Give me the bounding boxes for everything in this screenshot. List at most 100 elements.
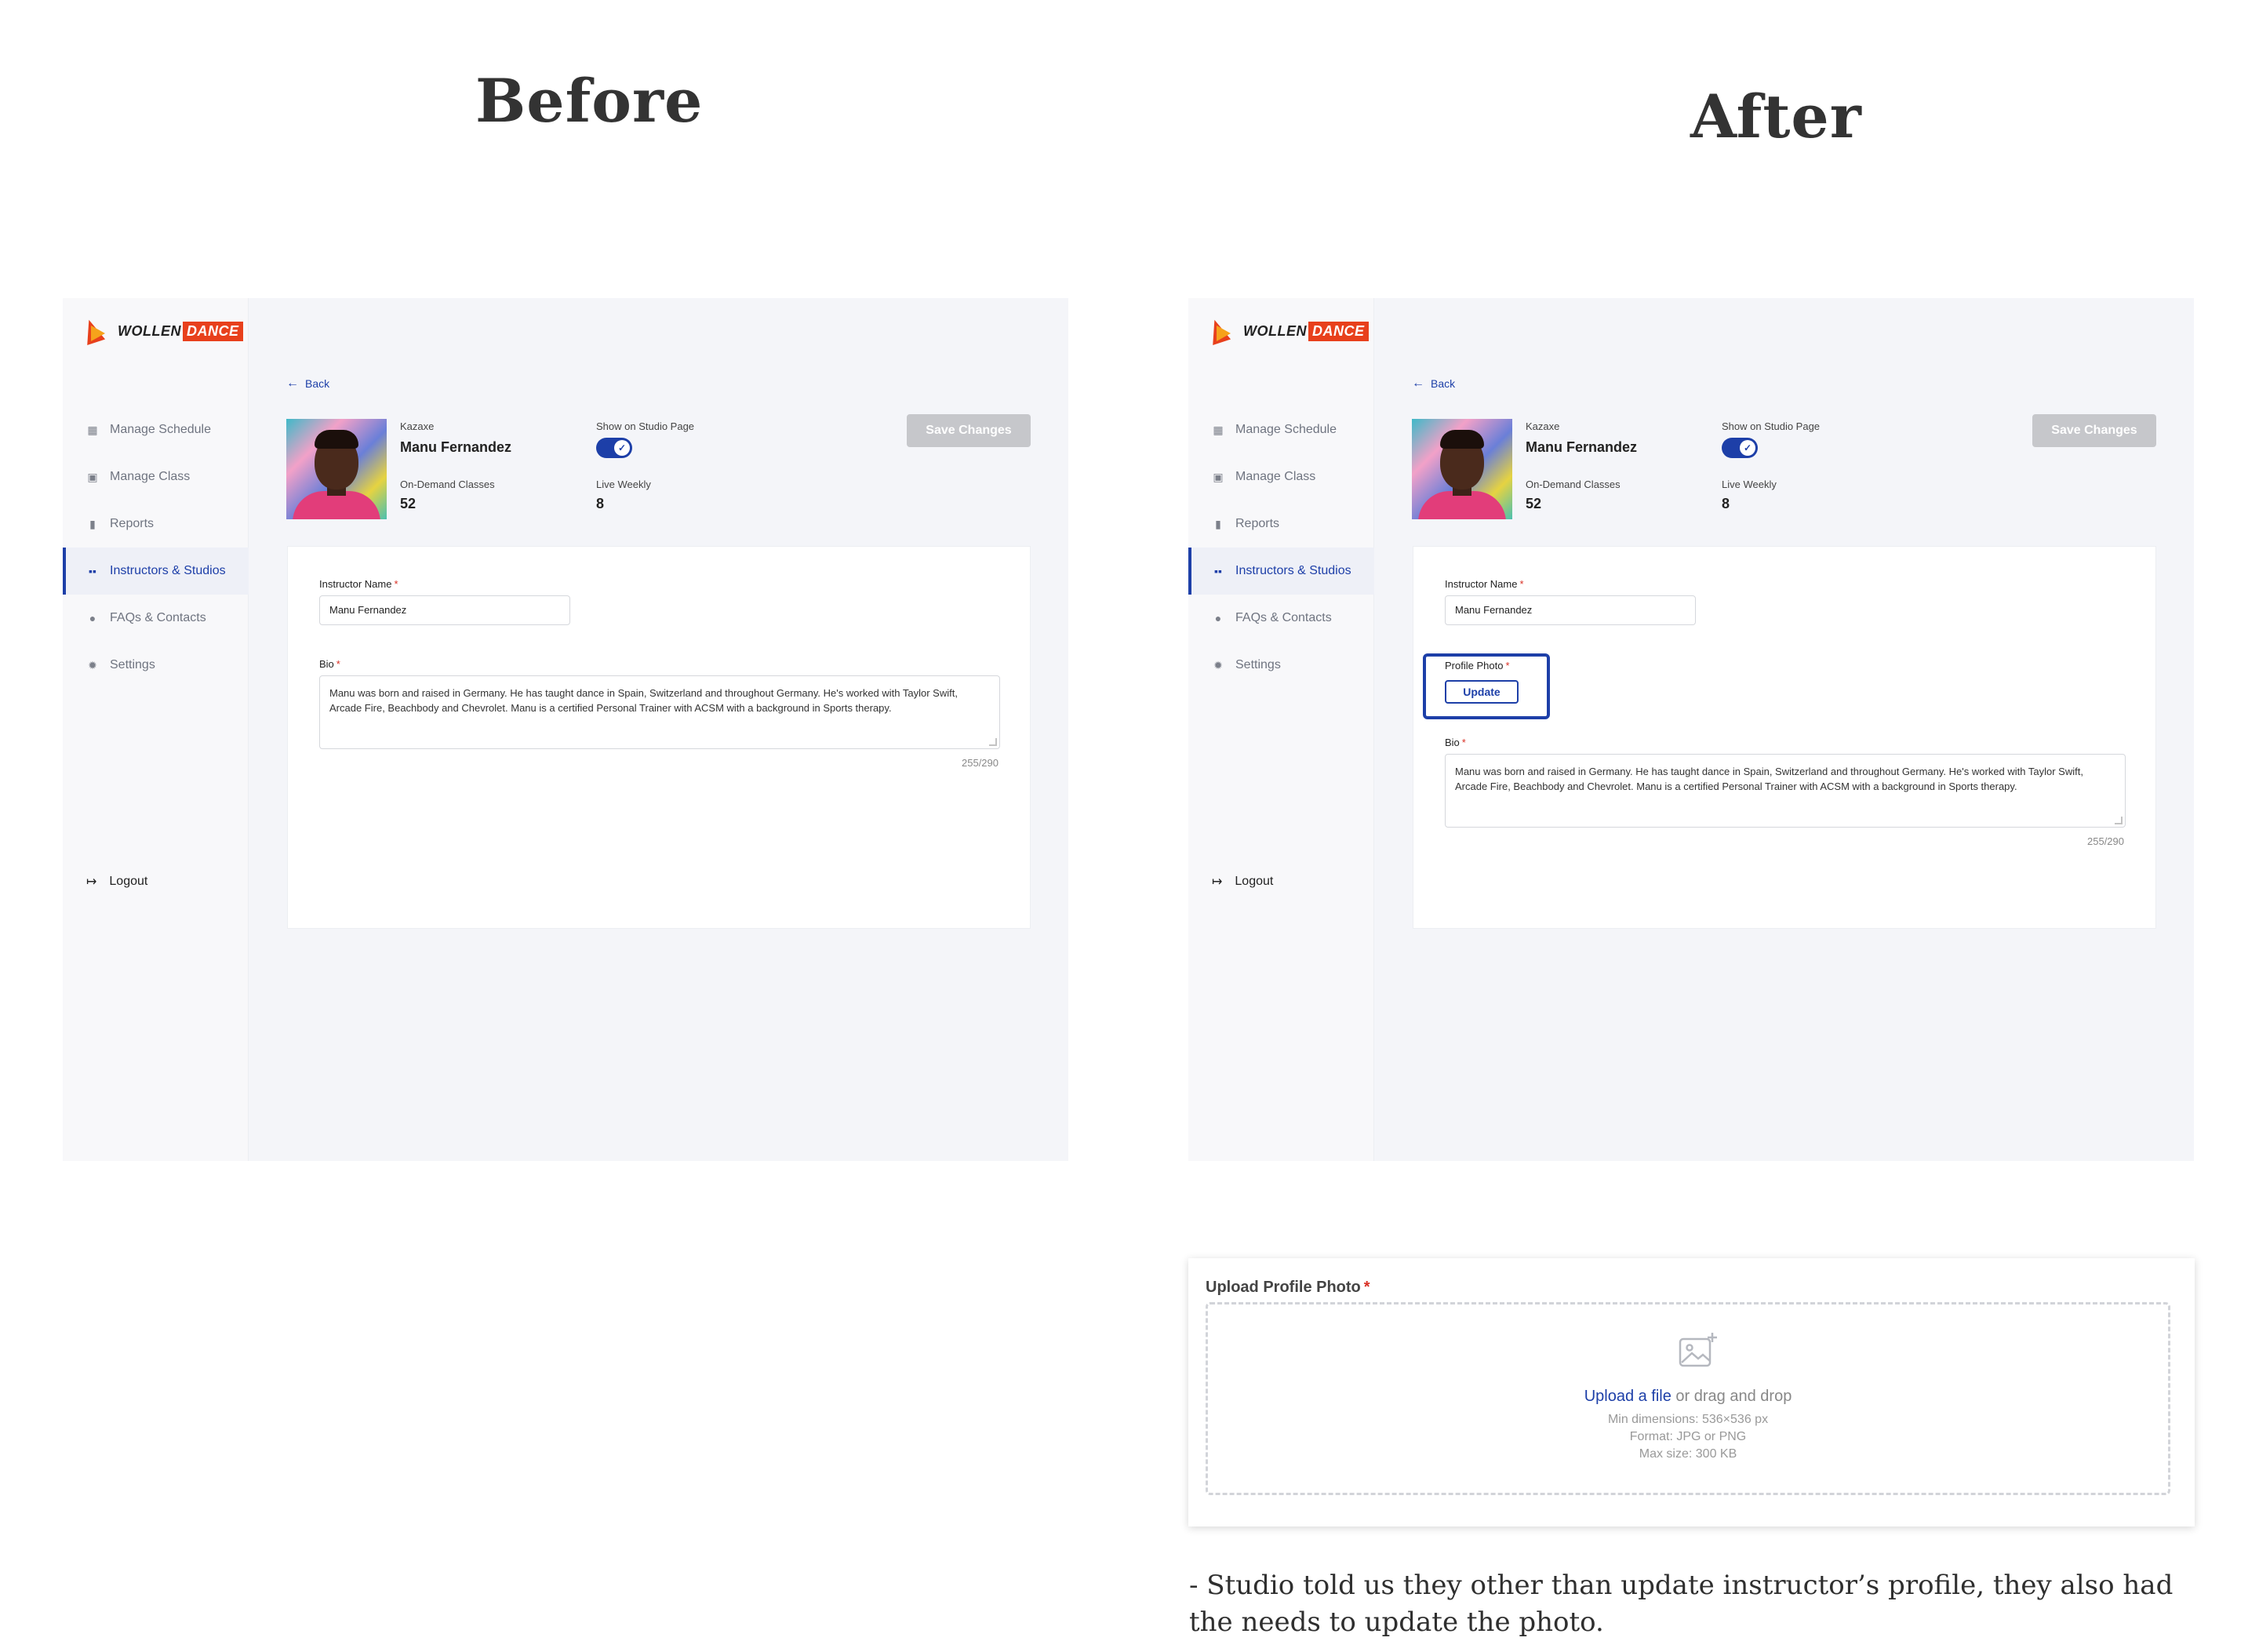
live-weekly-label: Live Weekly — [1722, 478, 1777, 490]
sidebar-item-reports[interactable]: ▮ Reports — [1188, 500, 1374, 548]
show-on-studio-label: Show on Studio Page — [596, 420, 695, 432]
instructor-name-input[interactable]: Manu Fernandez — [319, 595, 570, 625]
check-icon: ✓ — [614, 440, 630, 456]
after-screen: WOLLEN DANCE ▦ Manage Schedule ▣ Manage … — [1188, 298, 2194, 1161]
bio-text: Manu was born and raised in Germany. He … — [329, 687, 958, 714]
upload-file-link[interactable]: Upload a file — [1584, 1388, 1672, 1405]
upload-instruction: Upload a file or drag and drop — [1584, 1388, 1792, 1405]
sidebar-item-settings[interactable]: ✹ Settings — [63, 642, 249, 689]
sidebar-nav: ▦ Manage Schedule ▣ Manage Class ▮ Repor… — [63, 406, 249, 689]
gear-icon: ✹ — [1213, 658, 1223, 671]
sidebar-item-label: Manage Class — [110, 470, 191, 483]
logout-button[interactable]: ↦ Logout — [86, 874, 147, 890]
sidebar-item-label: Instructors & Studios — [110, 564, 226, 577]
ondemand-value: 52 — [1526, 496, 1542, 511]
bio-textarea[interactable]: Manu was born and raised in Germany. He … — [319, 675, 1000, 749]
calendar-icon: ▦ — [87, 423, 98, 436]
live-weekly-value: 8 — [1722, 496, 1730, 511]
grid-icon: ▪▪ — [89, 565, 96, 577]
show-on-studio-toggle[interactable]: ✓ — [1722, 438, 1758, 458]
back-link[interactable]: ← Back — [286, 377, 329, 391]
ondemand-label: On-Demand Classes — [1526, 478, 1621, 490]
sidebar-item-label: Settings — [110, 658, 155, 671]
sidebar-item-label: FAQs & Contacts — [110, 611, 206, 624]
sidebar-item-instructors-studios[interactable]: ▪▪ Instructors & Studios — [1188, 548, 1374, 595]
add-image-icon — [1679, 1333, 1717, 1367]
bio-label: Bio * — [1445, 737, 1466, 748]
sidebar-item-manage-class[interactable]: ▣ Manage Class — [1188, 453, 1374, 500]
avatar — [1412, 419, 1512, 519]
sidebar-item-faqs-contacts[interactable]: ● FAQs & Contacts — [63, 595, 249, 642]
sidebar-item-label: Instructors & Studios — [1235, 564, 1351, 577]
question-icon: ● — [89, 612, 96, 624]
instructor-name-label: Instructor Name * — [1445, 578, 1524, 590]
bio-textarea[interactable]: Manu was born and raised in Germany. He … — [1445, 754, 2126, 828]
sidebar-item-instructors-studios[interactable]: ▪▪ Instructors & Studios — [63, 548, 249, 595]
back-label: Back — [1431, 377, 1456, 390]
sidebar-item-manage-schedule[interactable]: ▦ Manage Schedule — [63, 406, 249, 453]
film-icon: ▣ — [87, 470, 98, 483]
logout-icon: ↦ — [86, 875, 97, 889]
film-icon: ▣ — [1213, 470, 1224, 483]
sidebar-item-manage-schedule[interactable]: ▦ Manage Schedule — [1188, 406, 1374, 453]
app-logo[interactable]: WOLLEN DANCE — [1205, 315, 1369, 347]
logo-text-wollen: WOLLEN — [1243, 322, 1307, 339]
instructor-name: Manu Fernandez — [1526, 439, 1638, 455]
sidebar-item-faqs-contacts[interactable]: ● FAQs & Contacts — [1188, 595, 1374, 642]
calendar-icon: ▦ — [1213, 423, 1224, 436]
file-dropzone[interactable]: Upload a file or drag and drop Min dimen… — [1206, 1302, 2170, 1495]
save-changes-button[interactable]: Save Changes — [2032, 414, 2156, 447]
sidebar-item-label: Reports — [110, 517, 155, 530]
logo-text-dance: DANCE — [183, 321, 243, 341]
gear-icon: ✹ — [88, 658, 97, 671]
bio-label: Bio * — [319, 658, 340, 670]
grid-icon: ▪▪ — [1214, 565, 1222, 577]
logout-button[interactable]: ↦ Logout — [1212, 874, 1273, 890]
bar-chart-icon: ▮ — [1215, 517, 1221, 530]
instructor-name-input[interactable]: Manu Fernandez — [1445, 595, 1696, 625]
logo-mark-icon — [1205, 317, 1232, 345]
sidebar-item-settings[interactable]: ✹ Settings — [1188, 642, 1374, 689]
sidebar-item-label: Reports — [1235, 517, 1280, 530]
sidebar-item-label: FAQs & Contacts — [1235, 611, 1332, 624]
bio-char-counter: 255/290 — [962, 757, 999, 769]
app-logo[interactable]: WOLLEN DANCE — [79, 315, 243, 347]
upload-min-dimensions: Min dimensions: 536×536 px — [1607, 1413, 1769, 1426]
sidebar-item-label: Settings — [1235, 658, 1281, 671]
avatar — [286, 419, 387, 519]
live-weekly-value: 8 — [596, 496, 605, 511]
logout-label: Logout — [1235, 875, 1274, 888]
logo-text-wollen: WOLLEN — [118, 322, 181, 339]
sidebar-item-reports[interactable]: ▮ Reports — [63, 500, 249, 548]
logout-label: Logout — [109, 875, 148, 888]
before-screen: WOLLEN DANCE ▦ Manage Schedule ▣ Manage … — [63, 298, 1068, 1161]
bio-text: Manu was born and raised in Germany. He … — [1455, 766, 2083, 792]
bio-char-counter: 255/290 — [2087, 835, 2124, 847]
bar-chart-icon: ▮ — [89, 517, 96, 530]
live-weekly-label: Live Weekly — [596, 478, 651, 490]
ondemand-label: On-Demand Classes — [400, 478, 495, 490]
check-icon: ✓ — [1740, 440, 1755, 456]
back-link[interactable]: ← Back — [1412, 377, 1455, 391]
upload-title: Upload Profile Photo * — [1206, 1279, 1370, 1296]
show-on-studio-toggle[interactable]: ✓ — [596, 438, 632, 458]
question-icon: ● — [1214, 612, 1222, 624]
sidebar-item-manage-class[interactable]: ▣ Manage Class — [63, 453, 249, 500]
resize-handle-icon[interactable] — [989, 738, 997, 746]
update-photo-button[interactable]: Update — [1445, 680, 1519, 704]
profile-photo-label: Profile Photo * — [1445, 660, 1510, 671]
design-note: - Studio told us they other than update … — [1189, 1570, 2174, 1638]
instructor-form-card: Instructor Name * Manu Fernandez Profile … — [1413, 546, 2156, 929]
instructor-name: Manu Fernandez — [400, 439, 512, 455]
sidebar-item-label: Manage Schedule — [1235, 423, 1337, 436]
resize-handle-icon[interactable] — [2115, 817, 2123, 824]
logout-icon: ↦ — [1212, 875, 1223, 889]
instructor-form-card: Instructor Name * Manu Fernandez Bio * Man… — [287, 546, 1031, 929]
upload-format: Format: JPG or PNG — [1629, 1430, 1747, 1443]
save-changes-button[interactable]: Save Changes — [907, 414, 1031, 447]
studio-name: Kazaxe — [1526, 420, 1560, 432]
sidebar-nav: ▦ Manage Schedule ▣ Manage Class ▮ Repor… — [1188, 406, 1374, 689]
instructor-name-label: Instructor Name * — [319, 578, 398, 590]
logo-mark-icon — [79, 317, 107, 345]
upload-profile-photo-card: Upload Profile Photo * Upload a file or d… — [1188, 1258, 2195, 1526]
